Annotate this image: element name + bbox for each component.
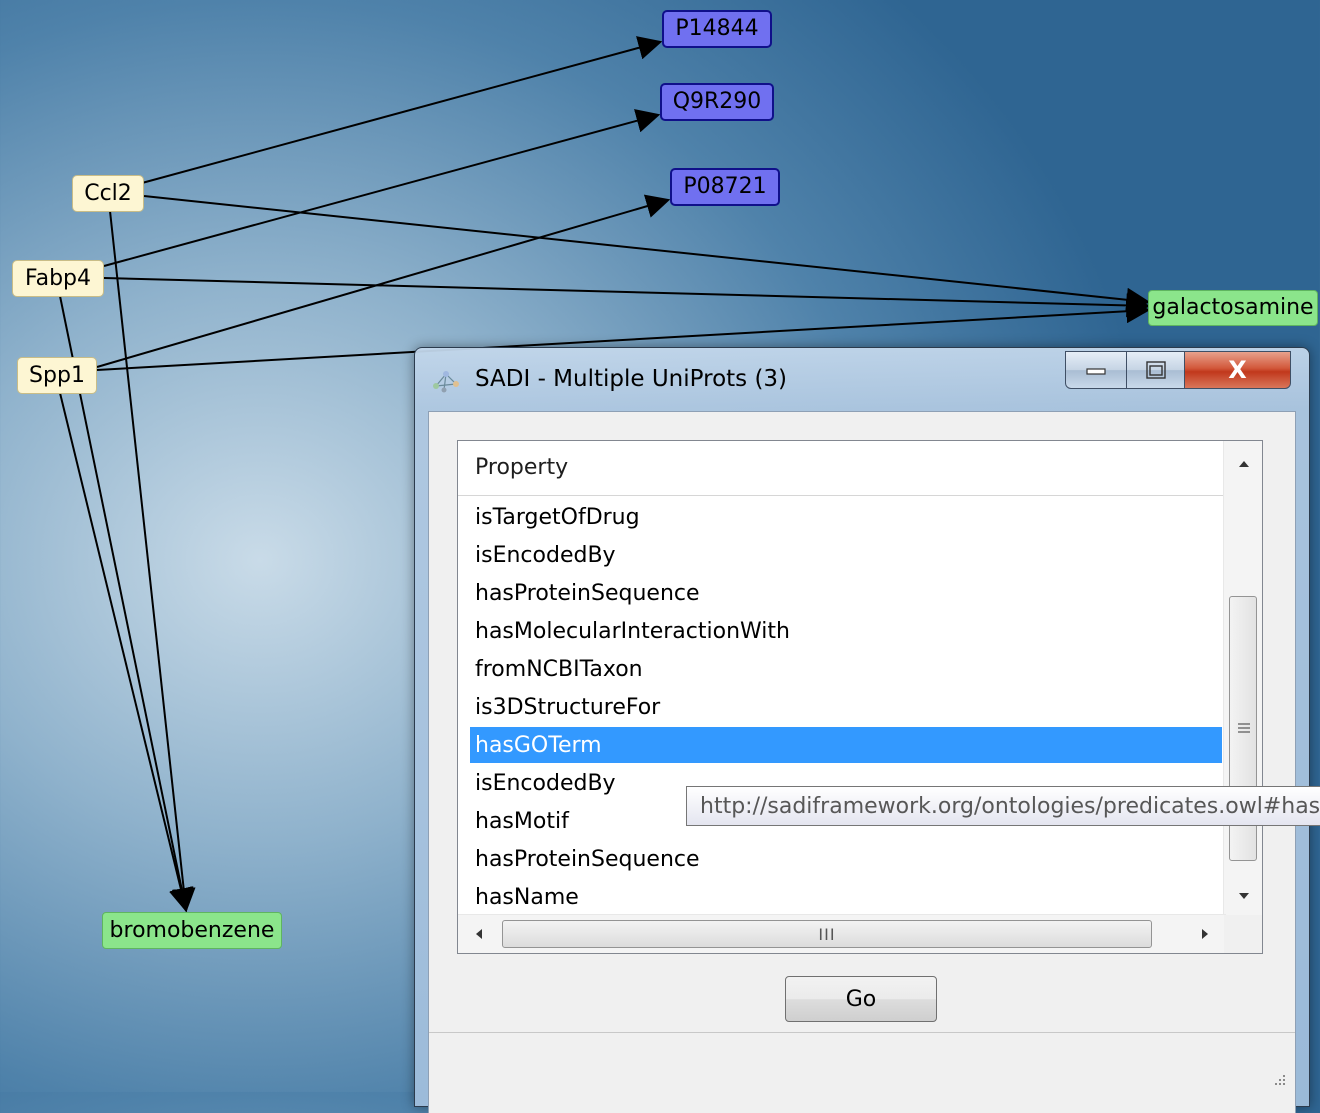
edge-ccl2-p14844 [141, 36, 663, 184]
minimize-icon [1086, 368, 1106, 375]
property-list[interactable]: Property isTargetOfDrug isEncodedBy hasP… [457, 440, 1263, 954]
caption-buttons: X [1065, 351, 1291, 391]
column-header-property: Property [475, 455, 569, 480]
edge-spp1-bromobenzene [59, 392, 193, 913]
close-button[interactable]: X [1185, 351, 1291, 389]
scroll-down-arrow-icon[interactable] [1237, 891, 1251, 901]
scroll-left-arrow-icon[interactable] [474, 927, 484, 941]
grip-lines-text: III [818, 924, 836, 944]
go-button[interactable]: Go [785, 976, 937, 1022]
vertical-scrollbar[interactable] [1223, 441, 1262, 916]
edge-fabp4-q9r290 [103, 109, 661, 267]
node-p14844[interactable]: P14844 [662, 10, 772, 48]
node-ccl2[interactable]: Ccl2 [72, 175, 144, 212]
edge-ccl2-galactosamine [143, 195, 1151, 312]
title-bar[interactable]: SADI - Multiple UniProts (3) X [415, 348, 1309, 410]
horizontal-scroll-thumb[interactable]: III [502, 920, 1152, 948]
sadi-window: SADI - Multiple UniProts (3) X Property … [414, 347, 1310, 1113]
maximize-icon [1145, 361, 1166, 379]
list-item[interactable]: hasProteinSequence [470, 841, 1222, 877]
edge-ccl2-bromobenzene [109, 210, 196, 913]
list-item[interactable]: is3DStructureFor [470, 689, 1222, 725]
list-item-selected[interactable]: hasGOTerm [470, 727, 1222, 763]
scroll-up-arrow-icon[interactable] [1237, 459, 1251, 469]
node-fabp4[interactable]: Fabp4 [12, 260, 104, 297]
edge-fabp4-galactosamine [103, 277, 1151, 318]
list-item[interactable]: isEncodedBy [470, 537, 1222, 573]
tooltip-text: http://sadiframework.org/ontologies/pred… [700, 793, 1320, 819]
minimize-button[interactable] [1065, 351, 1127, 389]
scroll-corner [1224, 915, 1262, 953]
status-bar [429, 1032, 1295, 1113]
scroll-right-arrow-icon[interactable] [1200, 927, 1210, 941]
node-p08721[interactable]: P08721 [670, 168, 780, 206]
node-bromobenzene[interactable]: bromobenzene [102, 912, 282, 949]
list-item[interactable]: fromNCBITaxon [470, 651, 1222, 687]
tooltip: http://sadiframework.org/ontologies/pred… [686, 786, 1320, 826]
window-title: SADI - Multiple UniProts (3) [475, 366, 788, 392]
maximize-button[interactable] [1127, 351, 1185, 389]
list-item[interactable]: isTargetOfDrug [470, 499, 1222, 535]
resize-grip-icon[interactable] [1271, 1071, 1287, 1087]
node-spp1[interactable]: Spp1 [17, 357, 97, 394]
app-network-icon [433, 371, 459, 393]
list-item[interactable]: hasName [470, 879, 1222, 915]
grip-lines-icon [1238, 723, 1250, 733]
node-galactosamine[interactable]: galactosamine [1148, 290, 1318, 326]
window-client-area: Property isTargetOfDrug isEncodedBy hasP… [428, 411, 1296, 1113]
close-icon: X [1228, 356, 1247, 384]
list-item[interactable]: hasProteinSequence [470, 575, 1222, 611]
list-header[interactable]: Property [458, 441, 1224, 496]
horizontal-scrollbar[interactable]: III [458, 914, 1226, 953]
list-item[interactable]: hasMolecularInteractionWith [470, 613, 1222, 649]
node-q9r290[interactable]: Q9R290 [660, 83, 774, 121]
